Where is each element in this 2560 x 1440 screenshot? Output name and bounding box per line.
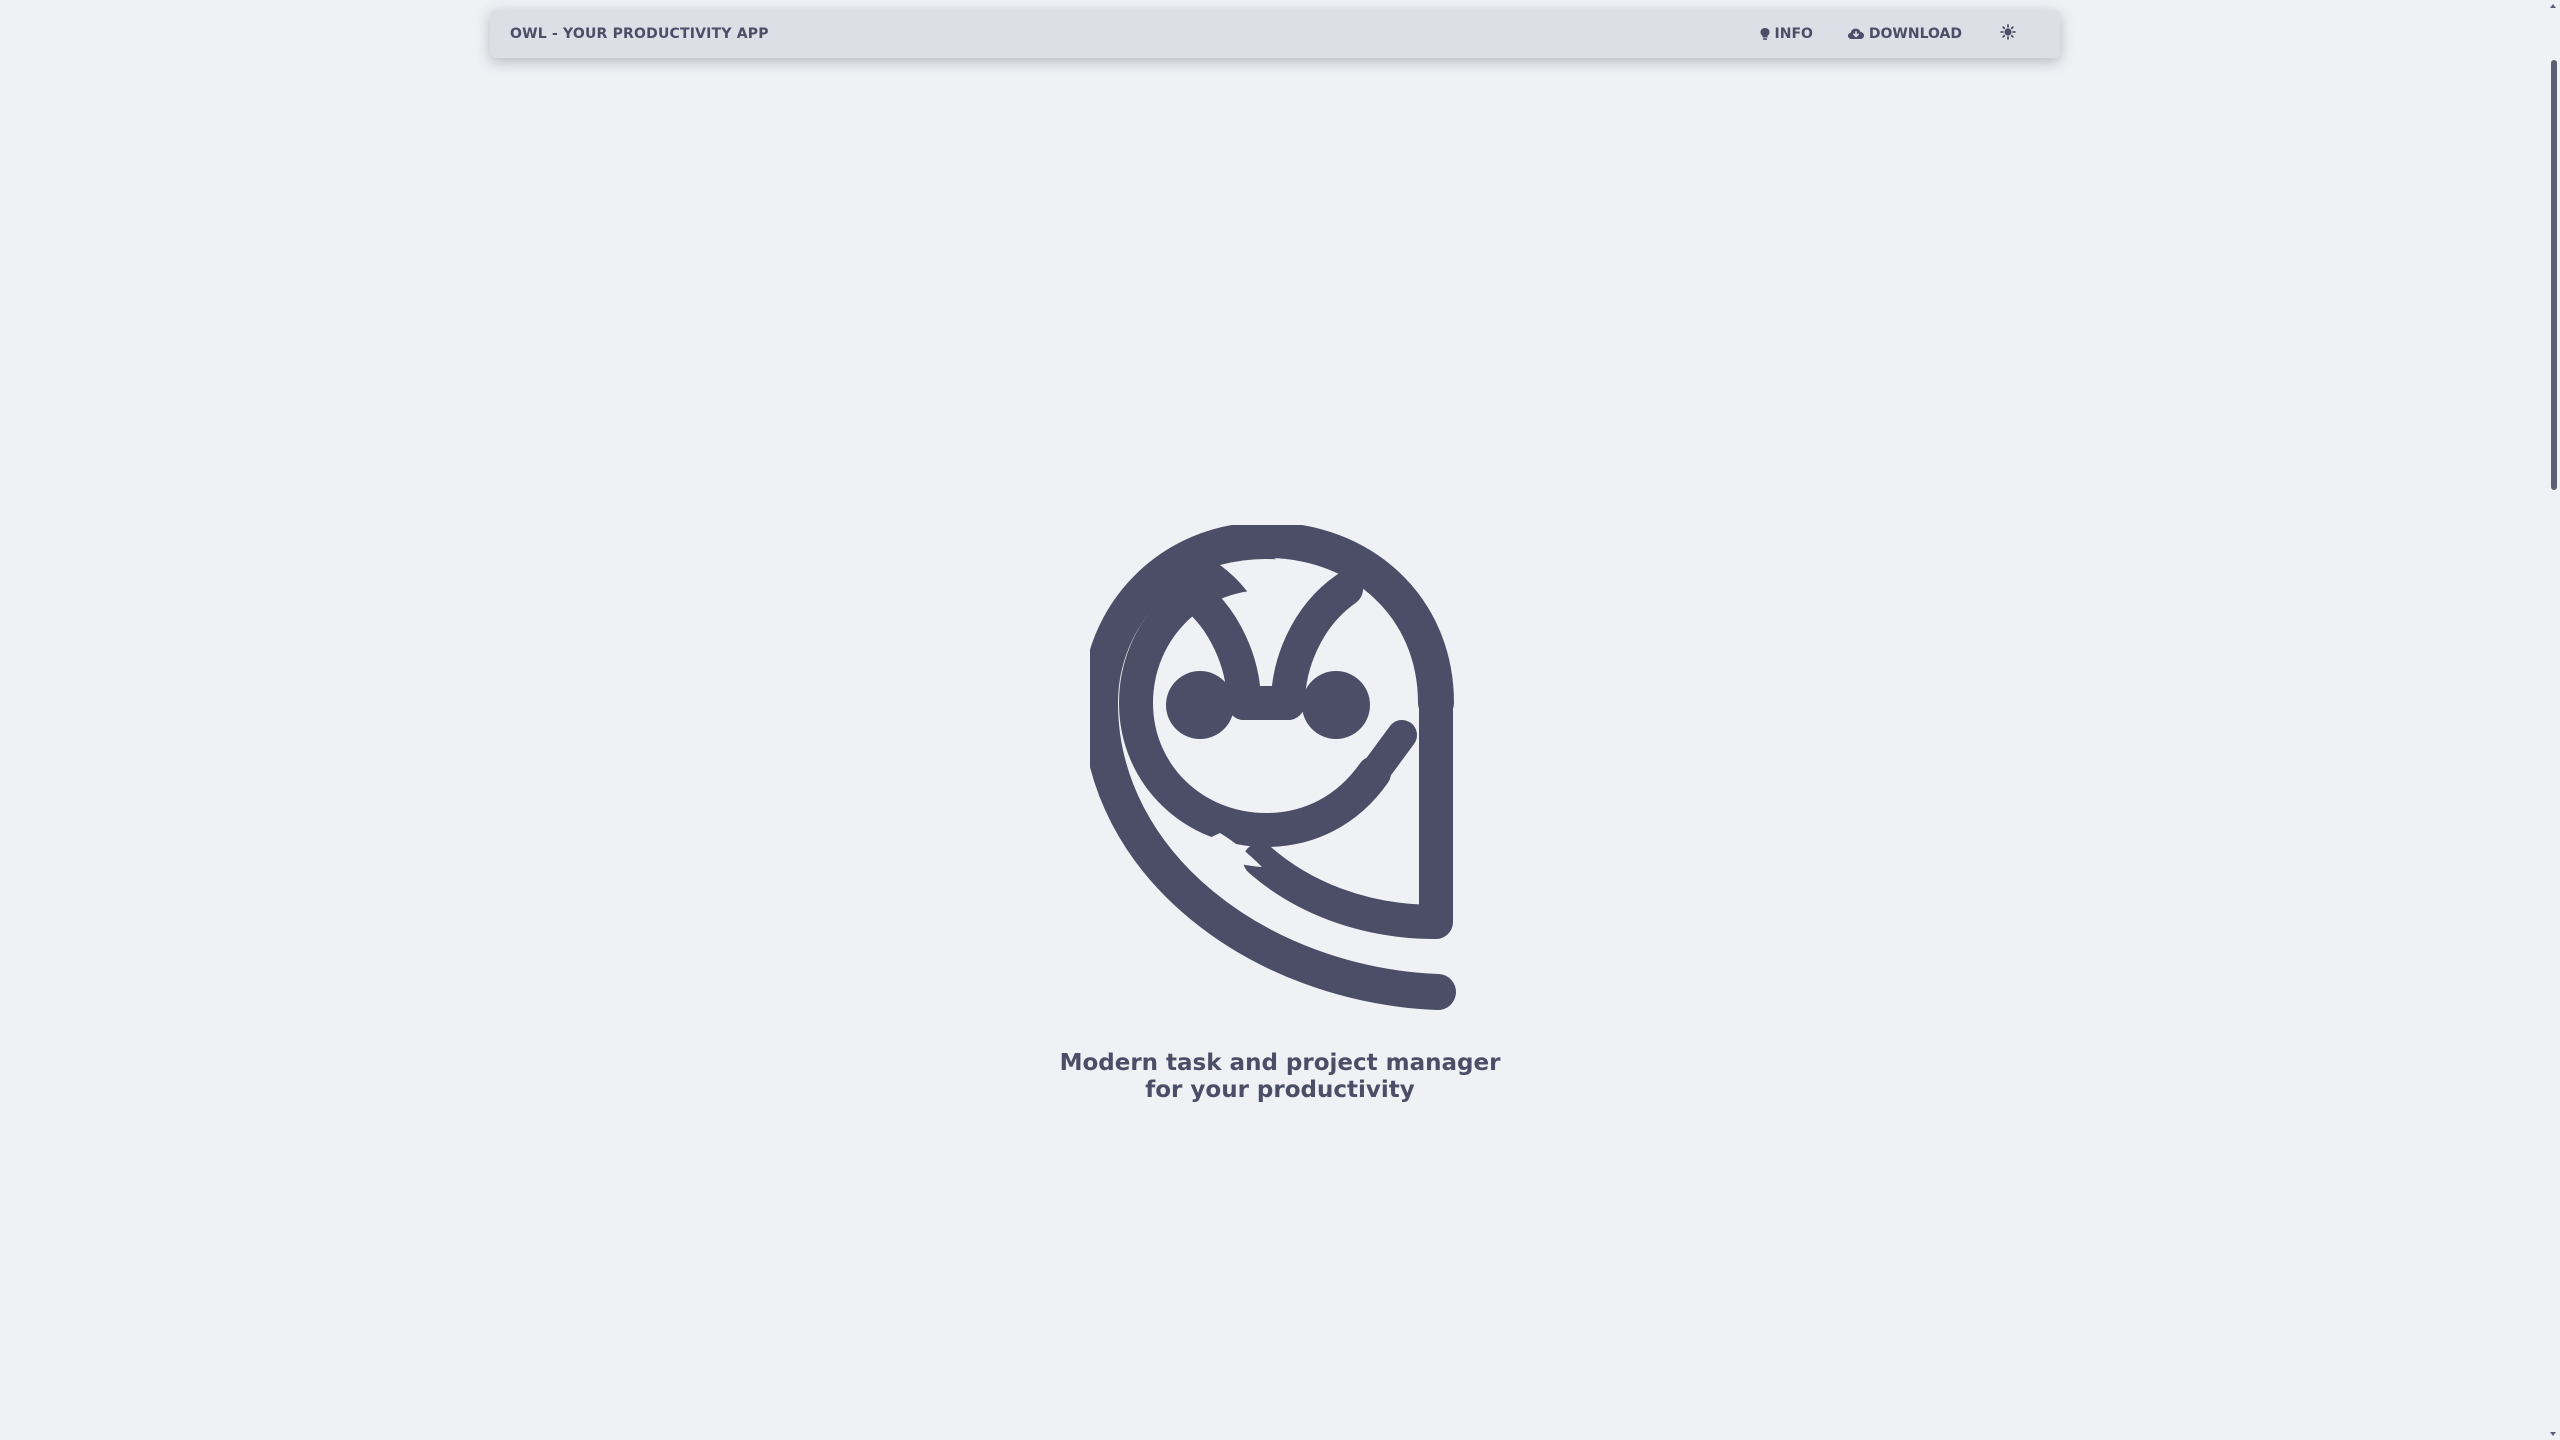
- tagline-line-2: for your productivity: [1145, 1077, 1415, 1103]
- scrollbar-thumb[interactable]: [2551, 60, 2557, 490]
- scroll-down-arrow-icon[interactable]: [2550, 1432, 2556, 1436]
- theme-toggle-button[interactable]: [1996, 22, 2020, 46]
- page: OWL - YOUR PRODUCTIVITY APP INFO DOWNLOA…: [0, 0, 2560, 1440]
- tagline-line-1: Modern task and project manager: [1059, 1050, 1501, 1076]
- top-navbar: OWL - YOUR PRODUCTIVITY APP INFO DOWNLOA…: [490, 10, 2060, 58]
- hero-tagline: Modern task and project manager for your…: [980, 1050, 1580, 1104]
- scroll-up-arrow-icon[interactable]: [2550, 4, 2556, 8]
- nav-download-label: DOWNLOAD: [1868, 26, 1962, 42]
- vertical-scrollbar[interactable]: [2544, 0, 2560, 1440]
- nav-info-link[interactable]: INFO: [1759, 26, 1813, 42]
- main-nav: INFO DOWNLOAD: [1759, 22, 2040, 46]
- nav-download-link[interactable]: DOWNLOAD: [1847, 26, 1962, 42]
- app-title[interactable]: OWL - YOUR PRODUCTIVITY APP: [510, 26, 769, 42]
- nav-info-label: INFO: [1774, 26, 1813, 42]
- owl-logo: [1082, 522, 1470, 1015]
- lightbulb-icon: [1759, 27, 1771, 41]
- sun-icon: [2000, 24, 2016, 44]
- cloud-download-icon: [1847, 27, 1865, 41]
